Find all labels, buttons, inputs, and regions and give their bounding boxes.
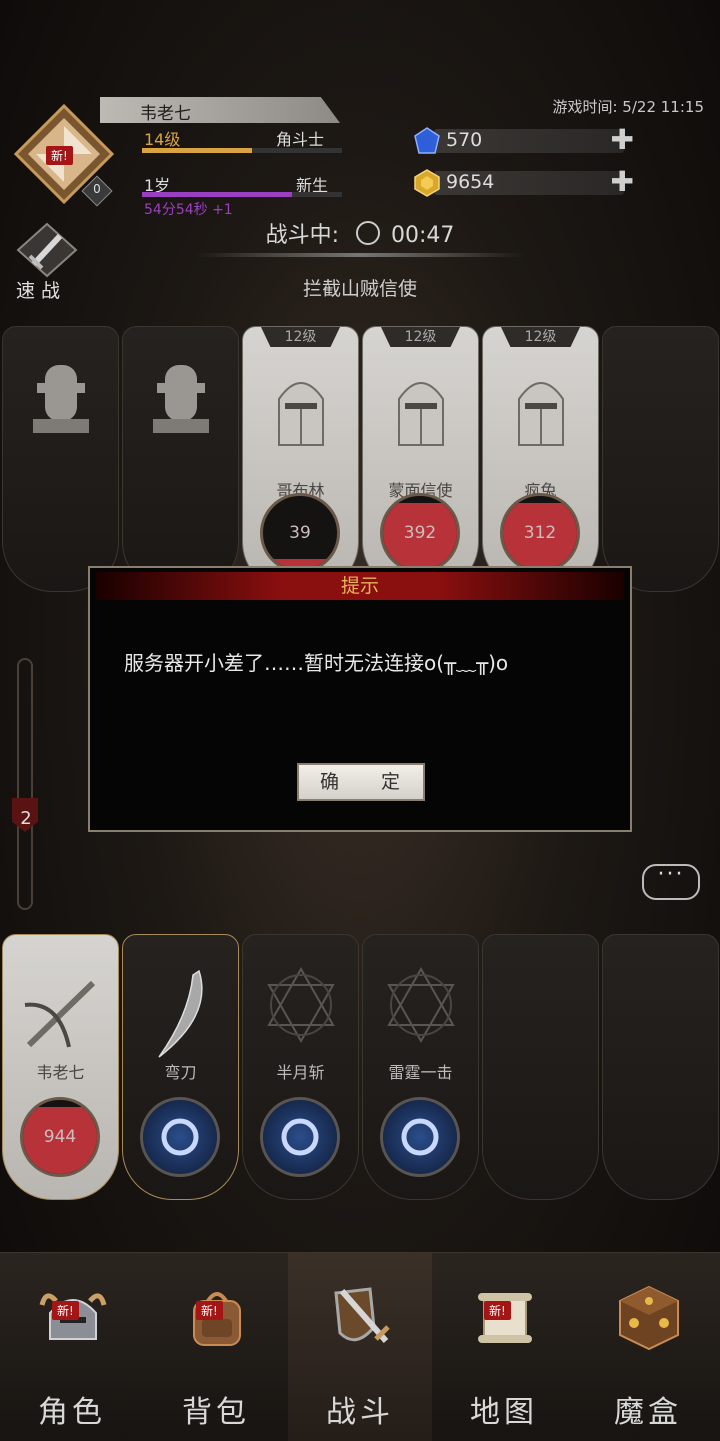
skill-icon-orb — [140, 1097, 220, 1177]
enemy-card[interactable] — [2, 326, 119, 592]
enemy-slot-empty — [602, 326, 719, 592]
new-badge: 新! — [484, 1301, 511, 1320]
party-card[interactable]: 雷霆一击 — [362, 934, 479, 1200]
battle-timer: 00:47 — [391, 223, 455, 248]
hexagram-icon — [387, 966, 455, 1044]
stopwatch-icon — [356, 221, 380, 245]
helmet-icon — [398, 382, 444, 446]
confirm-button[interactable]: 确 定 — [297, 763, 425, 801]
gem-resource: 570 ✚ — [412, 126, 634, 156]
avatar-new-badge: 新! — [46, 146, 73, 165]
avatar-count: 0 — [93, 182, 101, 196]
party-name: 半月斩 — [276, 1063, 325, 1082]
gauge-value: 2 — [20, 808, 32, 829]
battle-status: 战斗中: 00:47 — [0, 217, 720, 249]
skill-icon-orb — [260, 1097, 340, 1177]
add-gems-button[interactable]: ✚ — [611, 126, 634, 154]
gold-resource: 9654 ✚ — [412, 168, 634, 198]
gem-count: 570 — [446, 129, 483, 151]
helmet-icon — [278, 382, 324, 446]
enemy-hp-orb: 39 — [260, 493, 340, 573]
nav-label: 魔盒 — [614, 1395, 682, 1430]
skill-icon — [281, 1118, 319, 1156]
game-time: 游戏时间: 5/22 11:15 — [552, 98, 704, 116]
hero-hp: 944 — [43, 1127, 77, 1147]
enemy-hp-orb: 392 — [380, 493, 460, 573]
player-level: 14级 — [144, 130, 181, 149]
hexagram-icon — [267, 966, 335, 1044]
party-name: 韦老七 — [36, 1063, 85, 1082]
tombstone-icon — [33, 365, 89, 433]
player-name-bar: 韦老七 — [100, 97, 340, 123]
age-progress-bar — [142, 192, 342, 197]
helmet-icon — [518, 382, 564, 446]
enemy-card[interactable]: 12级 蒙面信使 392 — [362, 326, 479, 592]
gold-icon — [414, 169, 440, 197]
nav-label: 战斗 — [326, 1395, 394, 1430]
gold-count: 9654 — [446, 171, 495, 193]
divider — [196, 253, 524, 257]
crossbow-icon — [24, 980, 96, 1048]
nav-battle[interactable]: 战斗 — [288, 1253, 432, 1441]
enemy-level: 12级 — [261, 327, 340, 347]
nav-magic-box[interactable]: 魔盒 — [576, 1253, 720, 1441]
enemy-hp: 39 — [289, 523, 311, 543]
bottom-nav: 新! 角色 新! 背包 战斗 新! 地图 魔盒 — [0, 1252, 720, 1441]
alert-dialog: 提示 服务器开小差了……暂时无法连接o(╥﹏╥)o 确 定 — [88, 566, 632, 832]
party-name: 弯刀 — [164, 1063, 197, 1082]
scimitar-icon — [158, 969, 203, 1058]
enemy-level: 12级 — [501, 327, 580, 347]
new-badge: 新! — [52, 1301, 79, 1320]
enemy-card[interactable]: 12级 疯兔 312 — [482, 326, 599, 592]
cube-icon — [619, 1285, 679, 1351]
tombstone-icon — [153, 365, 209, 433]
nav-character[interactable]: 新! 角色 — [0, 1253, 144, 1441]
stage-name: 拦截山贼信使 — [302, 278, 417, 300]
skill-icon — [401, 1118, 439, 1156]
gem-icon — [414, 127, 440, 154]
dialog-message: 服务器开小差了……暂时无法连接o(╥﹏╥)o — [124, 651, 509, 675]
nav-label: 角色 — [38, 1395, 106, 1430]
dialog-title: 提示 — [96, 572, 624, 600]
shield-sword-icon — [334, 1287, 390, 1343]
new-badge: 新! — [196, 1301, 223, 1320]
player-avatar[interactable]: 新! 0 — [13, 103, 115, 207]
battle-status-label: 战斗中: — [265, 223, 339, 248]
nav-backpack[interactable]: 新! 背包 — [144, 1253, 288, 1441]
skill-icon-orb — [380, 1097, 460, 1177]
nav-label: 地图 — [470, 1395, 538, 1430]
rage-gauge — [17, 658, 33, 910]
level-progress-bar — [142, 148, 342, 153]
dagger-icon — [161, 1118, 199, 1156]
party-card[interactable]: 弯刀 — [122, 934, 239, 1200]
party-name: 雷霆一击 — [388, 1063, 453, 1082]
age-timer: 54分54秒 +1 — [144, 202, 233, 218]
party-slot-empty — [602, 934, 719, 1200]
player-class: 角斗士 — [276, 130, 325, 149]
enemy-card[interactable]: 12级 哥布林 39 — [242, 326, 359, 592]
add-gold-button[interactable]: ✚ — [611, 168, 634, 196]
enemy-hp: 312 — [523, 523, 557, 543]
nav-map[interactable]: 新! 地图 — [432, 1253, 576, 1441]
party-card[interactable]: 半月斩 — [242, 934, 359, 1200]
hero-hp-orb: 944 — [20, 1097, 100, 1177]
party-card[interactable]: 韦老七 944 — [2, 934, 119, 1200]
player-name: 韦老七 — [140, 104, 191, 124]
nav-label: 背包 — [182, 1395, 250, 1430]
enemy-hp-orb: 312 — [500, 493, 580, 573]
chat-button[interactable]: ··· — [642, 864, 700, 900]
enemy-card[interactable] — [122, 326, 239, 592]
party-slot-empty — [482, 934, 599, 1200]
enemy-hp: 392 — [403, 523, 437, 543]
enemy-level: 12级 — [381, 327, 460, 347]
